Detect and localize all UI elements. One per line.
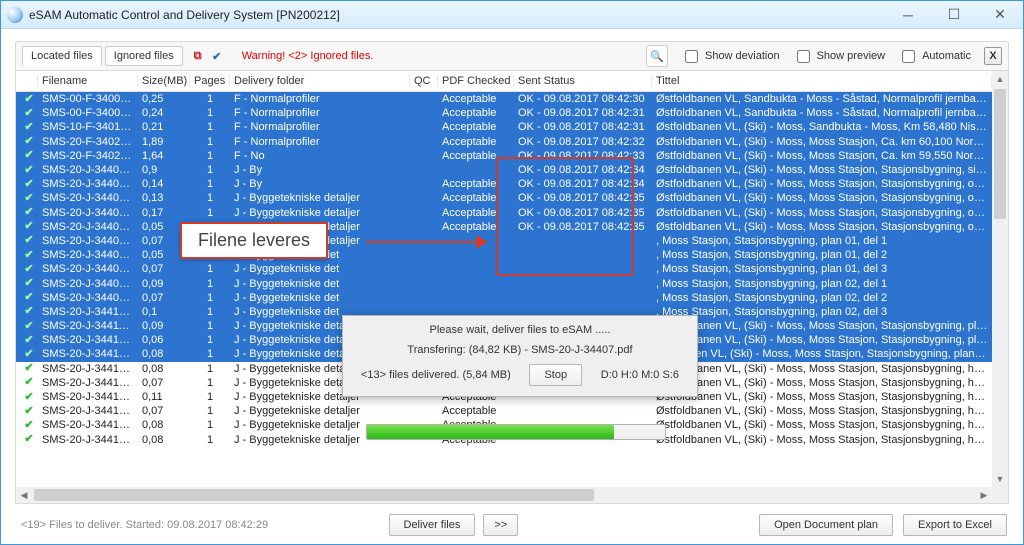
check-icon: ✔ <box>20 179 38 190</box>
check-icon: ✔ <box>20 250 38 261</box>
progress-delivered: <13> files delivered. (5,84 MB) <box>361 369 511 381</box>
export-to-excel-button[interactable]: Export to Excel <box>903 514 1007 536</box>
check-icon: ✔ <box>20 349 38 360</box>
status-text: <19> Files to deliver. Started: 09.08.20… <box>21 519 268 531</box>
table-row[interactable]: ✔SMS-20-J-34417.pdf0,071J - Byggeteknisk… <box>16 404 1008 418</box>
progress-message-1: Please wait, deliver files to eSAM ..... <box>343 316 697 336</box>
table-body[interactable]: ✔SMS-00-F-34001.pdf0,251F - Normalprofil… <box>16 92 1008 503</box>
check-icon: ✔ <box>20 377 38 388</box>
table-row[interactable]: ✔SMS-20-J-34404.pdf0,051J - Byggeteknisk… <box>16 220 1008 234</box>
table-row[interactable]: ✔SMS-20-J-34407.pdf0,071J - Byggeteknisk… <box>16 262 1008 276</box>
col-filename[interactable]: Filename <box>38 75 138 87</box>
checkbox-automatic[interactable]: Automatic <box>898 47 971 66</box>
check-icon: ✔ <box>20 321 38 332</box>
progress-bar <box>366 424 666 440</box>
check-icon: ✔ <box>20 264 38 275</box>
pdf-icon[interactable]: ⧉ <box>190 48 206 64</box>
table-row[interactable]: ✔SMS-20-F-34024.pdf1,641F - NoAcceptable… <box>16 149 1008 163</box>
close-button[interactable]: ✕ <box>977 1 1023 28</box>
table-row[interactable]: ✔SMS-20-F-34023.pdf1,891F - Normalprofil… <box>16 135 1008 149</box>
checkbox-show-deviation[interactable]: Show deviation <box>681 47 780 66</box>
next-button[interactable]: >> <box>483 514 518 536</box>
table-row[interactable]: ✔SMS-20-J-34406.pdf0,051J - Byggeteknisk… <box>16 248 1008 262</box>
annotation-arrow <box>366 238 486 246</box>
check-icon: ✔ <box>20 165 38 176</box>
check-icon: ✔ <box>20 278 38 289</box>
check-icon: ✔ <box>20 193 38 204</box>
search-icon[interactable]: 🔍 <box>646 45 668 67</box>
annotation-callout: Filene leveres <box>180 222 328 259</box>
table-row[interactable]: ✔SMS-20-J-34402.pdf0,131J - Byggeteknisk… <box>16 191 1008 205</box>
maximize-button[interactable]: ☐ <box>931 1 977 28</box>
file-table: Filename Size(MB) Pages Delivery folder … <box>15 71 1009 504</box>
check-icon: ✔ <box>20 221 38 232</box>
check-icon: ✔ <box>20 150 38 161</box>
progress-message-2: Transfering: (84,82 KB) - SMS-20-J-34407… <box>343 336 697 356</box>
open-document-plan-button[interactable]: Open Document plan <box>759 514 893 536</box>
check-icon: ✔ <box>20 207 38 218</box>
check-icon: ✔ <box>20 434 38 445</box>
warning-text: Warning! <2> Ignored files. <box>242 50 374 62</box>
check-icon: ✔ <box>20 306 38 317</box>
check-icon: ✔ <box>20 94 38 105</box>
check-icon: ✔ <box>20 235 38 246</box>
status-bar: <19> Files to deliver. Started: 09.08.20… <box>15 504 1009 536</box>
panel-close-button[interactable]: X <box>984 47 1002 65</box>
tab-ignored-files[interactable]: Ignored files <box>105 46 183 66</box>
table-row[interactable]: ✔SMS-20-J-34405.pdf0,071J - Byggeteknisk… <box>16 234 1008 248</box>
table-row[interactable]: ✔SMS-20-J-34400.pdf0,91J - ByOK - 09.08.… <box>16 163 1008 177</box>
col-tittel[interactable]: Tittel <box>652 75 992 87</box>
check-icon: ✔ <box>20 392 38 403</box>
app-icon <box>7 7 23 23</box>
table-row[interactable]: ✔SMS-20-J-34401.pdf0,141J - ByAcceptable… <box>16 177 1008 191</box>
col-qc[interactable]: QC <box>410 75 438 87</box>
col-sent[interactable]: Sent Status <box>514 75 652 87</box>
check-icon: ✔ <box>20 406 38 417</box>
progress-dialog: Please wait, deliver files to eSAM .....… <box>342 315 698 397</box>
deliver-files-button[interactable]: Deliver files <box>389 514 476 536</box>
check-icon: ✔ <box>20 335 38 346</box>
tab-located-files[interactable]: Located files <box>22 46 102 66</box>
progress-elapsed: D:0 H:0 M:0 S:6 <box>601 369 679 381</box>
table-row[interactable]: ✔SMS-20-J-34403.pdf0,171J - Byggeteknisk… <box>16 206 1008 220</box>
checkbox-show-preview[interactable]: Show preview <box>793 47 885 66</box>
table-row[interactable]: ✔SMS-10-F-34016.pdf0,211F - Normalprofil… <box>16 120 1008 134</box>
toolbar: Located files Ignored files ⧉ ✔ Warning!… <box>15 41 1009 71</box>
col-pages[interactable]: Pages <box>190 75 230 87</box>
table-row[interactable]: ✔SMS-20-J-34408.pdf0,091J - Byggeteknisk… <box>16 276 1008 290</box>
horizontal-scrollbar[interactable]: ◀▶ <box>16 487 992 503</box>
table-row[interactable]: ✔SMS-20-J-34409.pdf0,071J - Byggeteknisk… <box>16 291 1008 305</box>
spellcheck-icon[interactable]: ✔ <box>209 48 225 64</box>
minimize-button[interactable]: ─ <box>885 1 931 28</box>
col-pdfchecked[interactable]: PDF Checked <box>438 75 514 87</box>
table-row[interactable]: ✔SMS-00-F-34001.pdf0,251F - Normalprofil… <box>16 92 1008 106</box>
check-icon: ✔ <box>20 122 38 133</box>
stop-button[interactable]: Stop <box>529 364 582 386</box>
col-delivery[interactable]: Delivery folder <box>230 75 410 87</box>
table-header: Filename Size(MB) Pages Delivery folder … <box>16 71 1008 92</box>
check-icon: ✔ <box>20 292 38 303</box>
check-icon: ✔ <box>20 108 38 119</box>
check-icon: ✔ <box>20 420 38 431</box>
table-row[interactable]: ✔SMS-00-F-34002.pdf0,241F - Normalprofil… <box>16 106 1008 120</box>
check-icon: ✔ <box>20 363 38 374</box>
window-title: eSAM Automatic Control and Delivery Syst… <box>29 8 885 22</box>
titlebar: eSAM Automatic Control and Delivery Syst… <box>1 1 1023 29</box>
vertical-scrollbar[interactable]: ▲▼ <box>992 71 1008 487</box>
col-size[interactable]: Size(MB) <box>138 75 190 87</box>
check-icon: ✔ <box>20 136 38 147</box>
